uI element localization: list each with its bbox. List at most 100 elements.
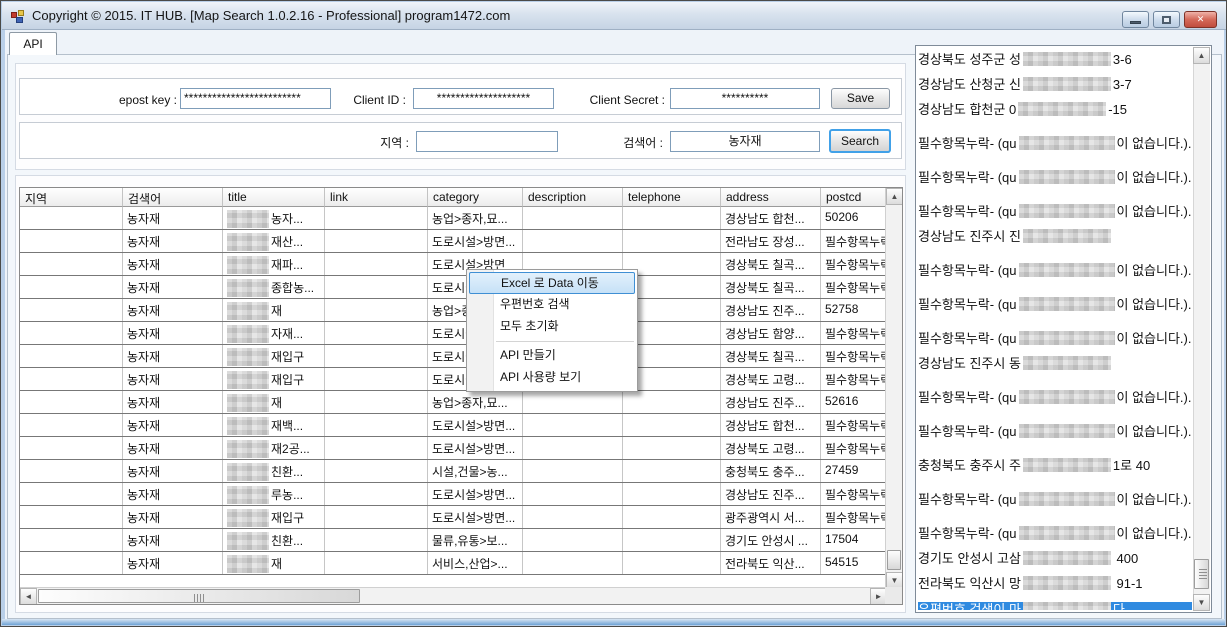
table-row[interactable]: 농자재재서비스,산업>...전라북도 익산...54515 <box>20 552 887 575</box>
grid-cell-keyword[interactable]: 농자재 <box>123 368 223 390</box>
grid-cell-link[interactable] <box>325 230 428 252</box>
grid-cell-category[interactable]: 도로시설>방면... <box>428 483 523 505</box>
log-item[interactable]: 필수항목누락- (qu이 없습니다.). <box>918 327 1192 352</box>
grid-cell-address[interactable]: 경상북도 고령... <box>721 368 821 390</box>
grid-cell-address[interactable]: 경상남도 합천... <box>721 207 821 229</box>
grid-cell-postcd[interactable]: 17504 <box>821 529 887 551</box>
grid-cell-category[interactable]: 서비스,산업>... <box>428 552 523 574</box>
grid-cell-link[interactable] <box>325 299 428 321</box>
grid-cell-category[interactable]: 도로시설>방면... <box>428 230 523 252</box>
log-item[interactable]: 필수항목누락- (qu이 없습니다.). <box>918 293 1192 318</box>
grid-cell-region[interactable] <box>20 529 123 551</box>
log-item[interactable]: 필수항목누락- (qu이 없습니다.). <box>918 386 1192 411</box>
titlebar[interactable]: Copyright © 2015. IT HUB. [Map Search 1.… <box>2 2 1227 30</box>
log-item[interactable]: 필수항목누락- (qu이 없습니다.). <box>918 488 1192 513</box>
region-input[interactable] <box>416 131 558 152</box>
client-id-input[interactable]: ******************** <box>413 88 554 109</box>
grid-cell-keyword[interactable]: 농자재 <box>123 506 223 528</box>
grid-cell-telephone[interactable] <box>623 552 721 574</box>
grid-column-header-category[interactable]: category <box>428 188 523 207</box>
search-button[interactable]: Search <box>829 129 891 153</box>
grid-cell-region[interactable] <box>20 253 123 275</box>
table-row[interactable]: 농자재루농...도로시설>방면...경상남도 진주...필수항목누락 <box>20 483 887 506</box>
grid-cell-region[interactable] <box>20 552 123 574</box>
grid-cell-postcd[interactable]: 필수항목누락 <box>821 437 887 459</box>
grid-cell-region[interactable] <box>20 322 123 344</box>
grid-scroll-up-button[interactable]: ▲ <box>886 188 903 205</box>
table-row[interactable]: 농자재재파...도로시설>방면경상북도 칠곡...필수항목누락 <box>20 253 887 276</box>
grid-cell-address[interactable]: 경기도 안성시 ... <box>721 529 821 551</box>
log-scroll-down-button[interactable]: ▼ <box>1193 594 1210 611</box>
grid-cell-address[interactable]: 경상남도 진주... <box>721 391 821 413</box>
grid-cell-link[interactable] <box>325 506 428 528</box>
grid-column-header-address[interactable]: address <box>721 188 821 207</box>
log-scroll-up-button[interactable]: ▲ <box>1193 47 1210 64</box>
grid-cell-keyword[interactable]: 농자재 <box>123 529 223 551</box>
table-row[interactable]: 농자재친환...시설,건물>농...충청북도 충주...27459 <box>20 460 887 483</box>
log-item[interactable]: 전라북도 익산시 망 91-1 <box>918 572 1192 597</box>
grid-cell-region[interactable] <box>20 368 123 390</box>
grid-cell-description[interactable] <box>523 414 623 436</box>
grid-cell-postcd[interactable]: 필수항목누락 <box>821 414 887 436</box>
grid-cell-title[interactable]: 루농... <box>223 483 325 505</box>
grid-cell-keyword[interactable]: 농자재 <box>123 437 223 459</box>
grid-cell-description[interactable] <box>523 483 623 505</box>
grid-cell-description[interactable] <box>523 460 623 482</box>
table-row[interactable]: 농자재친환...물류,유통>보...경기도 안성시 ...17504 <box>20 529 887 552</box>
grid-cell-address[interactable]: 경상남도 진주... <box>721 483 821 505</box>
grid-cell-region[interactable] <box>20 483 123 505</box>
grid-cell-category[interactable]: 농업>종자,묘... <box>428 391 523 413</box>
grid-cell-title[interactable]: 재파... <box>223 253 325 275</box>
grid-cell-telephone[interactable] <box>623 529 721 551</box>
grid-cell-keyword[interactable]: 농자재 <box>123 345 223 367</box>
keyword-input[interactable]: 농자재 <box>670 131 820 152</box>
grid-column-header-title[interactable]: title <box>223 188 325 207</box>
grid-column-header-telephone[interactable]: telephone <box>623 188 721 207</box>
grid-cell-keyword[interactable]: 농자재 <box>123 299 223 321</box>
grid-cell-keyword[interactable]: 농자재 <box>123 460 223 482</box>
grid-cell-telephone[interactable] <box>623 207 721 229</box>
grid-cell-description[interactable] <box>523 207 623 229</box>
grid-cell-category[interactable]: 도로시설>방면... <box>428 437 523 459</box>
grid-cell-region[interactable] <box>20 230 123 252</box>
grid-cell-telephone[interactable] <box>623 483 721 505</box>
grid-cell-link[interactable] <box>325 391 428 413</box>
grid-cell-title[interactable]: 재 <box>223 299 325 321</box>
grid-column-header-region[interactable]: 지역 <box>20 188 123 207</box>
menu-item-4[interactable]: API 만들기 <box>467 345 637 367</box>
grid-cell-region[interactable] <box>20 391 123 413</box>
grid-cell-category[interactable]: 농업>종자,묘... <box>428 207 523 229</box>
grid-cell-description[interactable] <box>523 391 623 413</box>
table-row[interactable]: 농자재종합농...도로시설>방면...경상북도 칠곡...필수항목누락 <box>20 276 887 299</box>
grid-cell-category[interactable]: 도로시설>방면... <box>428 506 523 528</box>
grid-cell-keyword[interactable]: 농자재 <box>123 322 223 344</box>
grid-cell-title[interactable]: 친환... <box>223 460 325 482</box>
grid-cell-region[interactable] <box>20 276 123 298</box>
table-row[interactable]: 농자재재농업>종자,묘...경상남도 진주...52758 <box>20 299 887 322</box>
log-item[interactable]: 경상남도 진주시 동 <box>918 352 1192 377</box>
log-item[interactable]: 필수항목누락- (qu이 없습니다.). <box>918 522 1192 547</box>
log-item[interactable]: 필수항목누락- (qu이 없습니다.). <box>918 259 1192 284</box>
grid-cell-description[interactable] <box>523 506 623 528</box>
grid-cell-link[interactable] <box>325 345 428 367</box>
table-row[interactable]: 농자재재산...도로시설>방면...전라남도 장성...필수항목누락 <box>20 230 887 253</box>
grid-cell-postcd[interactable]: 54515 <box>821 552 887 574</box>
grid-cell-address[interactable]: 경상북도 칠곡... <box>721 345 821 367</box>
grid-cell-keyword[interactable]: 농자재 <box>123 391 223 413</box>
grid-cell-link[interactable] <box>325 322 428 344</box>
grid-cell-title[interactable]: 재입구 <box>223 345 325 367</box>
grid-cell-title[interactable]: 재 <box>223 552 325 574</box>
grid-cell-region[interactable] <box>20 345 123 367</box>
epost-key-input[interactable]: ************************* <box>180 88 331 109</box>
grid-cell-link[interactable] <box>325 483 428 505</box>
grid-cell-postcd[interactable]: 27459 <box>821 460 887 482</box>
grid-cell-title[interactable]: 종합농... <box>223 276 325 298</box>
grid-cell-description[interactable] <box>523 529 623 551</box>
grid-vertical-scrollbar[interactable]: ▲ ▼ <box>885 188 902 589</box>
grid-cell-address[interactable]: 경상남도 합천... <box>721 414 821 436</box>
grid-cell-keyword[interactable]: 농자재 <box>123 207 223 229</box>
grid-cell-keyword[interactable]: 농자재 <box>123 414 223 436</box>
log-listbox[interactable]: 경상북도 성주군 성3-6경상남도 산청군 신3-7경상남도 합천군 0-15필… <box>915 45 1212 613</box>
grid-hscroll-thumb[interactable] <box>38 589 360 603</box>
grid-cell-region[interactable] <box>20 460 123 482</box>
